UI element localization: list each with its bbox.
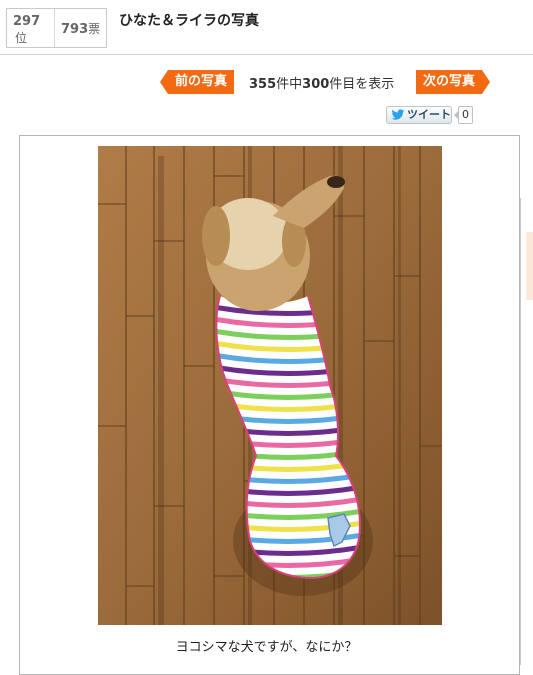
count-suffix: 件目を表示	[329, 77, 395, 92]
votes-cell: 793票	[55, 9, 106, 47]
tweet-label: ツイート	[407, 108, 451, 121]
tweet-button[interactable]: ツイート	[386, 106, 452, 124]
votes-value: 793	[61, 22, 89, 37]
header-divider	[0, 54, 533, 55]
votes-number: 793票	[61, 20, 100, 37]
rank-unit: 位	[15, 31, 28, 45]
votes-unit: 票	[88, 22, 101, 36]
rank-cell: 297 位	[7, 9, 55, 47]
rank-box: 297 位 793票	[6, 8, 107, 48]
next-photo-button[interactable]: 次の写真	[416, 70, 490, 94]
prev-photo-button[interactable]: 前の写真	[160, 70, 234, 94]
rank-number: 297	[13, 14, 41, 29]
page-title: ひなた＆ライラの写真	[119, 13, 259, 29]
photo-count: 355件中300件目を表示	[249, 73, 394, 92]
count-mid: 件中	[276, 77, 303, 92]
current-index: 355	[249, 77, 277, 92]
dog-photo-image	[98, 146, 442, 625]
side-panel-accent	[526, 232, 533, 300]
dog-photo[interactable]	[98, 146, 442, 625]
photo-caption: ヨコシマな犬ですが、なにか？	[175, 640, 358, 655]
twitter-bird-icon	[391, 109, 405, 120]
total-count: 300	[302, 77, 330, 92]
tweet-count: 0	[454, 106, 473, 124]
